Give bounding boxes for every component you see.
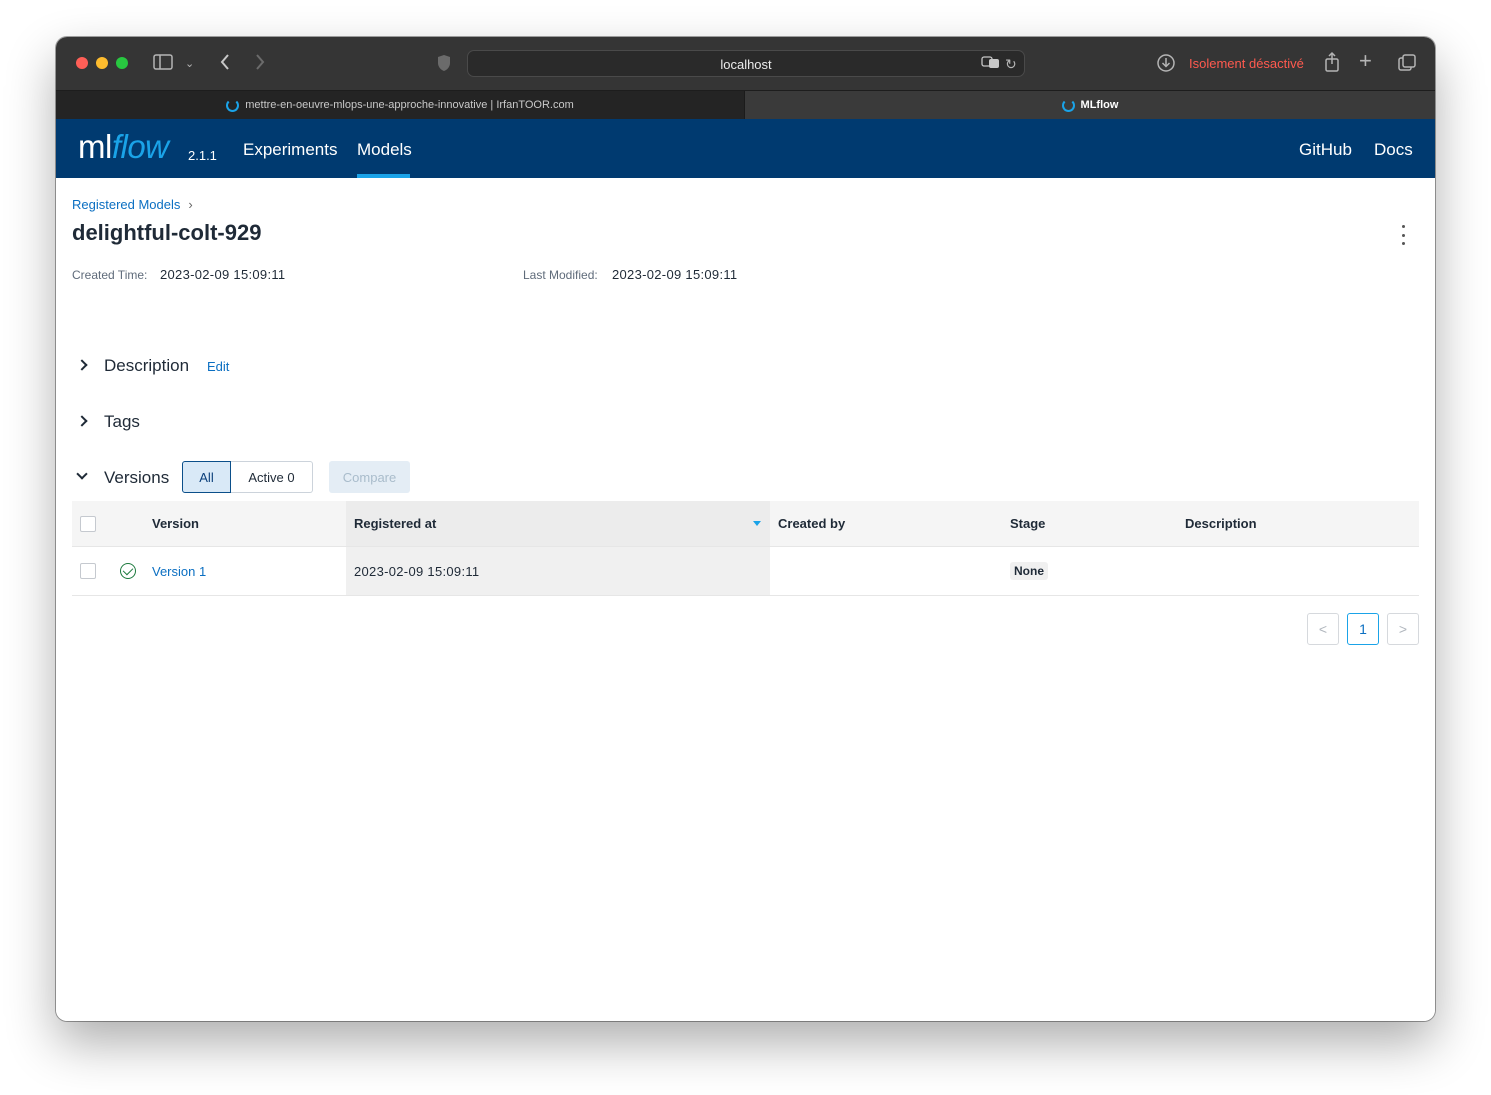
mlflow-version: 2.1.1 (188, 148, 217, 163)
browser-tab-mlflow[interactable]: MLflow (745, 91, 1435, 119)
pagination-next-button[interactable]: > (1387, 613, 1419, 645)
tab-title: mettre-en-oeuvre-mlops-une-approche-inno… (245, 99, 574, 111)
download-icon[interactable] (1156, 53, 1176, 77)
description-edit-link[interactable]: Edit (207, 359, 229, 374)
stage-cell: None (1010, 547, 1048, 595)
filter-active-button[interactable]: Active 0 (231, 461, 313, 493)
back-arrow-icon[interactable] (219, 52, 231, 76)
mlflow-logo[interactable]: mlflow (78, 127, 169, 167)
last-modified-label: Last Modified: (523, 268, 598, 282)
browser-tab-bar: mettre-en-oeuvre-mlops-une-approche-inno… (56, 90, 1435, 119)
address-bar[interactable]: localhost ↻ (467, 50, 1025, 77)
nav-docs[interactable]: Docs (1374, 140, 1413, 160)
mlflow-favicon-icon (1061, 98, 1075, 112)
status-cell (120, 547, 136, 595)
mlflow-navbar: mlflow 2.1.1 Experiments Models GitHub D… (56, 119, 1435, 178)
created-time-value: 2023-02-09 15:09:11 (160, 267, 286, 282)
browser-window: ⌄ localhost ↻ Isolement désactivé + mett… (56, 37, 1435, 1021)
created-time-label: Created Time: (72, 268, 148, 282)
table-header: Version Registered at Created by Stage D… (72, 501, 1419, 547)
table-row: Version 1 2023-02-09 15:09:11 None (72, 547, 1419, 596)
share-icon[interactable] (1324, 51, 1340, 77)
chevron-down-icon[interactable]: ⌄ (185, 54, 194, 74)
stage-badge: None (1010, 562, 1048, 580)
column-header-created-by[interactable]: Created by (778, 501, 845, 546)
versions-section-toggle[interactable]: Versions (104, 468, 169, 488)
browser-titlebar: ⌄ localhost ↻ Isolement désactivé + (56, 37, 1435, 90)
row-select-cell (80, 547, 96, 595)
row-checkbox[interactable] (80, 563, 96, 579)
select-all-cell (80, 501, 96, 546)
column-header-registered-at[interactable]: Registered at (354, 501, 436, 546)
shield-icon[interactable] (436, 53, 452, 77)
pagination-prev-button[interactable]: < (1307, 613, 1339, 645)
description-section-toggle[interactable]: Description (104, 356, 189, 376)
main-content: Registered Models › delightful-colt-929 C… (56, 178, 1435, 1021)
compare-button[interactable]: Compare (329, 461, 410, 493)
tab-title: MLflow (1080, 99, 1119, 111)
versions-table: Version Registered at Created by Stage D… (72, 501, 1419, 596)
chevron-down-icon[interactable] (76, 468, 88, 480)
mlflow-favicon-icon (226, 98, 240, 112)
chevron-right-icon[interactable] (76, 359, 88, 371)
breadcrumb-separator: › (188, 197, 193, 212)
logo-flow: flow (111, 128, 169, 165)
column-header-stage[interactable]: Stage (1010, 501, 1045, 546)
pagination-page-1[interactable]: 1 (1347, 613, 1379, 645)
sidebar-toggle-icon[interactable] (153, 53, 173, 75)
address-text: localhost (720, 57, 772, 72)
close-window-button[interactable] (76, 57, 88, 69)
sort-descending-icon[interactable] (753, 521, 761, 526)
breadcrumb-registered-models[interactable]: Registered Models (72, 197, 180, 212)
chevron-right-icon[interactable] (76, 415, 88, 427)
nav-github[interactable]: GitHub (1299, 140, 1352, 160)
column-header-version[interactable]: Version (152, 501, 199, 546)
breadcrumb: Registered Models › (72, 197, 193, 212)
minimize-window-button[interactable] (96, 57, 108, 69)
version-link[interactable]: Version 1 (152, 547, 206, 595)
last-modified-value: 2023-02-09 15:09:11 (612, 267, 738, 282)
reload-icon[interactable]: ↻ (1005, 54, 1017, 74)
column-header-description[interactable]: Description (1185, 501, 1257, 546)
check-circle-icon (120, 563, 136, 579)
nav-models[interactable]: Models (357, 140, 412, 160)
tags-section-toggle[interactable]: Tags (104, 412, 140, 432)
tab-overview-icon[interactable] (1397, 53, 1417, 77)
registered-at-cell: 2023-02-09 15:09:11 (354, 563, 480, 579)
logo-ml: ml (78, 128, 112, 165)
translate-icon[interactable] (981, 55, 1001, 75)
select-all-checkbox[interactable] (80, 515, 96, 532)
forward-arrow-icon[interactable] (254, 52, 266, 76)
nav-experiments[interactable]: Experiments (243, 140, 337, 160)
zoom-window-button[interactable] (116, 57, 128, 69)
browser-tab-irfantoor[interactable]: mettre-en-oeuvre-mlops-une-approche-inno… (56, 91, 745, 119)
isolation-status[interactable]: Isolement désactivé (1189, 56, 1304, 71)
page-title: delightful-colt-929 (72, 220, 262, 245)
filter-all-button[interactable]: All (182, 461, 231, 493)
new-tab-icon[interactable]: + (1359, 50, 1372, 72)
more-options-icon[interactable] (1398, 225, 1408, 245)
